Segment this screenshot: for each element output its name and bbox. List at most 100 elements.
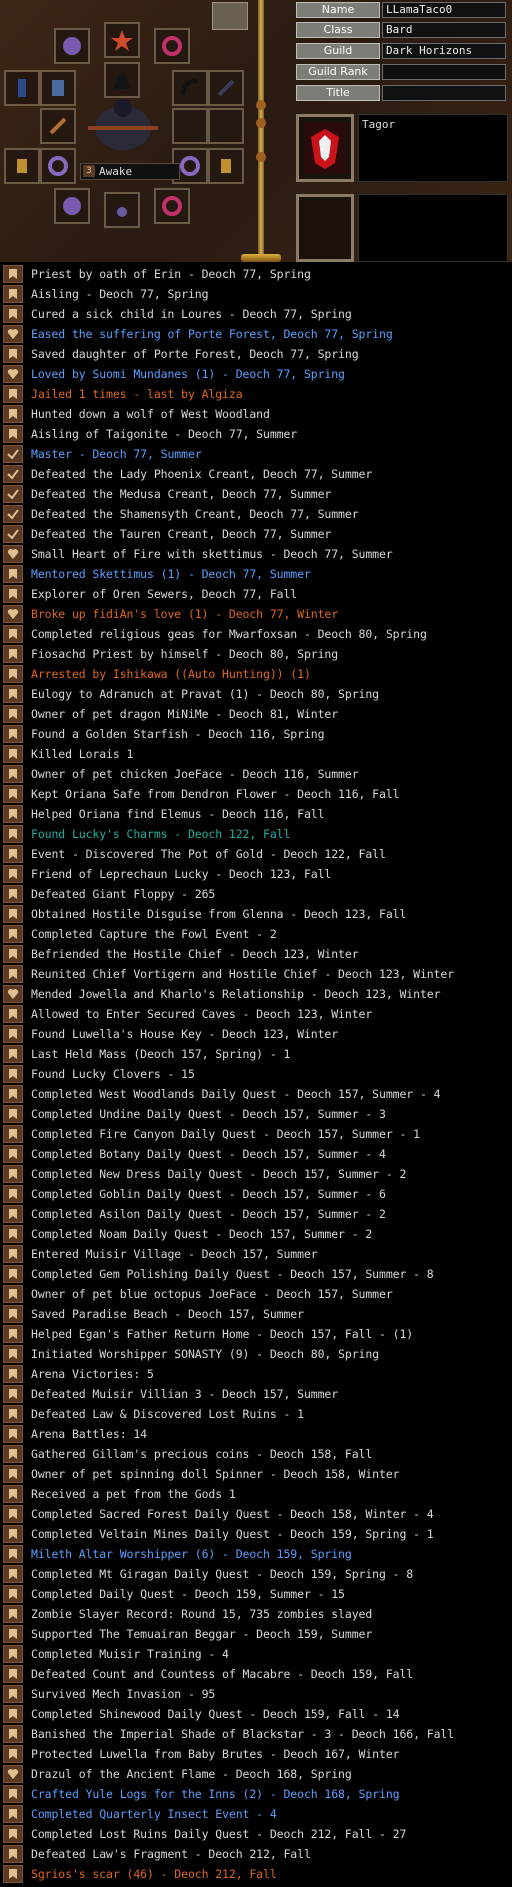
banner-icon	[9, 1649, 17, 1659]
legend-mark-text: Found Luwella's House Key - Deoch 123, W…	[31, 1027, 339, 1041]
mark-frame	[3, 1305, 23, 1323]
equip-slot-weapon-top[interactable]	[104, 22, 140, 58]
equip-slot-boots[interactable]	[54, 188, 90, 224]
legend-mark-text: Kept Oriana Safe from Dendron Flower - D…	[31, 787, 400, 801]
banner-icon	[9, 1629, 17, 1639]
mark-frame	[3, 625, 23, 643]
equip-slot-belt[interactable]	[104, 192, 140, 228]
equip-slot-right-4[interactable]	[208, 108, 244, 144]
banner-icon	[9, 309, 17, 319]
banner-icon	[9, 929, 17, 939]
legend-mark-text: Mended Jowella and Kharlo's Relationship…	[31, 987, 441, 1001]
equip-slot-right-3[interactable]	[172, 108, 208, 144]
mark-frame	[3, 465, 23, 483]
mark-frame	[3, 765, 23, 783]
legend-mark-text: Gathered Gillam's precious coins - Deoch…	[31, 1447, 373, 1461]
legend-mark-row: Obtained Hostile Disguise from Glenna - …	[0, 904, 512, 924]
equip-slot-left-1[interactable]	[4, 70, 40, 106]
banner-icon	[9, 1129, 17, 1139]
empty-icon	[213, 113, 239, 139]
toggle-view-button[interactable]	[212, 2, 248, 30]
legend-mark-row: Arena Victories: 5	[0, 1364, 512, 1384]
status-level-icon: 3	[83, 165, 95, 177]
legend-mark-row: Kept Oriana Safe from Dendron Flower - D…	[0, 784, 512, 804]
legend-mark-row: Broke up fidiAn's love (1) - Deoch 77, W…	[0, 604, 512, 624]
banner-icon	[9, 749, 17, 759]
check-icon	[7, 489, 19, 500]
legend-mark-row: Defeated Law & Discovered Lost Ruins - 1	[0, 1404, 512, 1424]
legend-mark-text: Completed Muisir Training - 4	[31, 1647, 229, 1661]
mark-frame	[3, 885, 23, 903]
legend-mark-text: Owner of pet chicken JoeFace - Deoch 116…	[31, 767, 359, 781]
mark-frame	[3, 1105, 23, 1123]
legend-mark-text: Banished the Imperial Shade of Blackstar…	[31, 1727, 455, 1741]
equip-slot-hand-left[interactable]	[4, 148, 40, 184]
equip-slot-right-1[interactable]	[172, 70, 208, 106]
legend-mark-text: Event - Discovered The Pot of Gold - Deo…	[31, 847, 386, 861]
equip-slot-hand-right[interactable]	[208, 148, 244, 184]
legend-mark-row: Allowed to Enter Secured Caves - Deoch 1…	[0, 1004, 512, 1024]
equip-slot-necklace[interactable]	[154, 28, 190, 64]
mark-frame	[3, 1145, 23, 1163]
banner-icon	[9, 1869, 17, 1879]
banner-icon	[9, 1709, 17, 1719]
equip-slot-left-2[interactable]	[40, 70, 76, 106]
legend-mark-text: Small Heart of Fire with skettimus - Deo…	[31, 547, 393, 561]
class-value: Bard	[382, 22, 506, 38]
staff-icon	[217, 79, 235, 97]
legend-mark-text: Completed Sacred Forest Daily Quest - De…	[31, 1507, 434, 1521]
banner-icon	[9, 709, 17, 719]
mark-frame	[3, 1865, 23, 1883]
banner-icon	[9, 589, 17, 599]
equip-slot-right-2[interactable]	[208, 70, 244, 106]
mark-frame	[3, 265, 23, 283]
legend-mark-row: Helped Oriana find Elemus - Deoch 116, F…	[0, 804, 512, 824]
legend-mark-text: Zombie Slayer Record: Round 15, 735 zomb…	[31, 1607, 373, 1621]
legend-mark-row: Priest by oath of Erin - Deoch 77, Sprin…	[0, 264, 512, 284]
mark-frame	[3, 1685, 23, 1703]
mark-frame	[3, 1445, 23, 1463]
legend-mark-row: Arrested by Ishikawa ((Auto Hunting)) (1…	[0, 664, 512, 684]
gauntlet-icon	[221, 159, 231, 173]
nation-emblem	[296, 114, 354, 182]
legend-mark-text: Owner of pet blue octopus JoeFace - Deoc…	[31, 1287, 393, 1301]
legend-mark-row: Arena Battles: 14	[0, 1424, 512, 1444]
mark-frame	[3, 405, 23, 423]
legend-mark-text: Completed Noam Daily Quest - Deoch 157, …	[31, 1227, 373, 1241]
banner-icon	[9, 1529, 17, 1539]
legend-mark-text: Defeated Law & Discovered Lost Ruins - 1	[31, 1407, 304, 1421]
mark-frame	[3, 725, 23, 743]
banner-icon	[9, 1229, 17, 1239]
mark-frame	[3, 985, 23, 1003]
banner-icon	[9, 1429, 17, 1439]
banner-icon	[9, 1609, 17, 1619]
legend-mark-text: Mentored Skettimus (1) - Deoch 77, Summe…	[31, 567, 311, 581]
legend-mark-row: Eased the suffering of Porte Forest, Deo…	[0, 324, 512, 344]
legend-mark-row: Event - Discovered The Pot of Gold - Deo…	[0, 844, 512, 864]
equip-slot-trinket[interactable]	[154, 188, 190, 224]
status-text: Awake	[99, 165, 133, 178]
heart-icon	[7, 369, 19, 379]
legend-mark-row: Completed Botany Daily Quest - Deoch 157…	[0, 1144, 512, 1164]
equip-slot-helmet[interactable]	[54, 28, 90, 64]
empty-emblem	[296, 194, 354, 262]
title-value[interactable]	[382, 85, 506, 101]
equip-slot-ring-left[interactable]	[40, 148, 76, 184]
legend-mark-row: Gathered Gillam's precious coins - Deoch…	[0, 1444, 512, 1464]
legend-mark-row: Completed Daily Quest - Deoch 159, Summe…	[0, 1584, 512, 1604]
legend-mark-row: Completed Gem Polishing Daily Quest - De…	[0, 1264, 512, 1284]
legend-mark-row: Fiosachd Priest by himself - Deoch 80, S…	[0, 644, 512, 664]
equip-slot-left-3[interactable]	[40, 108, 76, 144]
legend-mark-text: Owner of pet dragon MiNiMe - Deoch 81, W…	[31, 707, 339, 721]
mark-frame	[3, 1665, 23, 1683]
legend-mark-row: Completed Veltain Mines Daily Quest - De…	[0, 1524, 512, 1544]
mark-frame	[3, 665, 23, 683]
banner-icon	[9, 1829, 17, 1839]
legend-mark-row: Completed Lost Ruins Daily Quest - Deoch…	[0, 1824, 512, 1844]
check-icon	[7, 509, 19, 520]
name-value: LLamaTaco0	[382, 2, 506, 18]
banner-icon	[9, 689, 17, 699]
legend-mark-text: Friend of Leprechaun Lucky - Deoch 123, …	[31, 867, 332, 881]
legend-mark-text: Found a Golden Starfish - Deoch 116, Spr…	[31, 727, 325, 741]
banner-icon	[9, 409, 17, 419]
